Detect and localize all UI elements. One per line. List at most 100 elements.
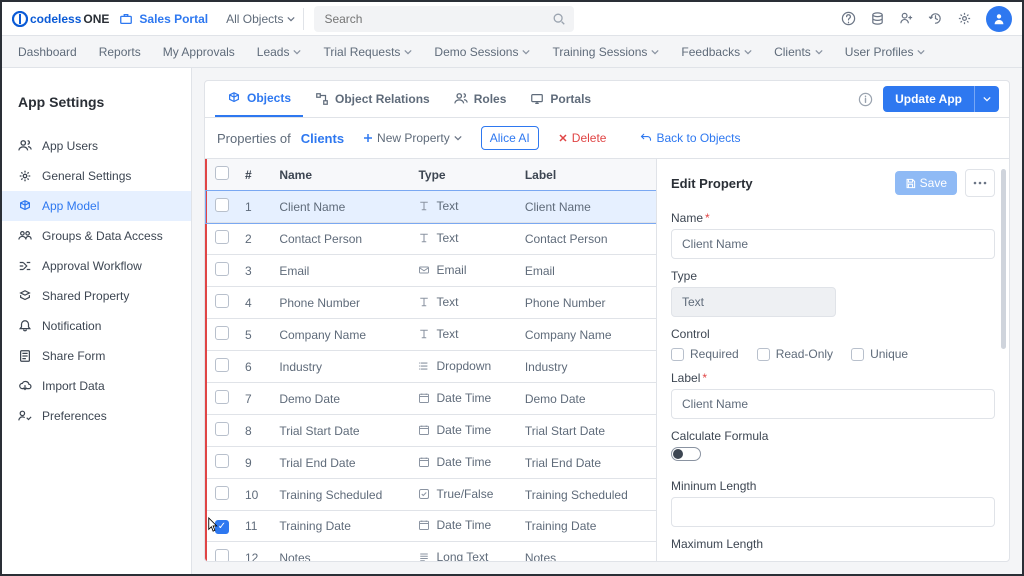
caret-down-icon	[404, 48, 412, 56]
row-name: Training Date	[271, 511, 410, 542]
caret-down-icon	[651, 48, 659, 56]
add-user-icon[interactable]	[899, 11, 914, 26]
app-switcher[interactable]: Sales Portal	[119, 12, 208, 26]
cal-icon	[418, 424, 430, 436]
users-icon	[18, 139, 32, 153]
properties-table: # Name Type Label 1Client NameTextClient…	[205, 159, 656, 561]
row-checkbox[interactable]	[215, 262, 229, 276]
name-label: Name*	[671, 211, 995, 225]
row-checkbox[interactable]	[215, 326, 229, 340]
min-length-input[interactable]	[671, 497, 995, 527]
user-avatar[interactable]	[986, 6, 1012, 32]
table-row[interactable]: 3EmailEmailEmail	[206, 255, 656, 287]
table-row[interactable]: 11Training DateDate TimeTraining Date	[206, 511, 656, 542]
table-row[interactable]: 7Demo DateDate TimeDemo Date	[206, 383, 656, 415]
table-row[interactable]: 1Client NameTextClient Name	[206, 191, 656, 223]
tab-roles[interactable]: Roles	[442, 81, 519, 117]
row-name: Training Scheduled	[271, 479, 410, 511]
help-icon[interactable]	[841, 11, 856, 26]
row-checkbox[interactable]	[215, 294, 229, 308]
nav-dashboard[interactable]: Dashboard	[18, 45, 77, 59]
sidebar-app-users[interactable]: App Users	[2, 131, 191, 161]
delete-button[interactable]: Delete	[549, 126, 616, 150]
nav-clients[interactable]: Clients	[774, 45, 823, 59]
nav-trial-requests[interactable]: Trial Requests	[323, 45, 412, 59]
cal-icon	[418, 392, 430, 404]
share-icon	[18, 289, 32, 303]
nav-reports[interactable]: Reports	[99, 45, 141, 59]
sidebar-import-data[interactable]: Import Data	[2, 371, 191, 401]
sidebar-general-settings[interactable]: General Settings	[2, 161, 191, 191]
row-checkbox[interactable]	[215, 422, 229, 436]
tab-objects[interactable]: Objects	[215, 81, 303, 117]
row-checkbox[interactable]	[215, 198, 229, 212]
sidebar-groups-data-access[interactable]: Groups & Data Access	[2, 221, 191, 251]
table-row[interactable]: 5Company NameTextCompany Name	[206, 319, 656, 351]
nav-demo-sessions[interactable]: Demo Sessions	[434, 45, 530, 59]
history-icon[interactable]	[928, 11, 943, 26]
table-row[interactable]: 12NotesLong TextNotes	[206, 542, 656, 562]
row-label: Phone Number	[517, 287, 656, 319]
row-checkbox[interactable]	[215, 549, 229, 561]
gear-icon[interactable]	[957, 11, 972, 26]
calc-formula-toggle[interactable]	[671, 447, 701, 461]
tab-object-relations[interactable]: Object Relations	[303, 81, 442, 117]
required-checkbox[interactable]: Required	[671, 347, 739, 361]
text-icon	[418, 200, 430, 212]
brand-icon	[12, 11, 28, 27]
calc-label: Calculate Formula	[671, 429, 995, 443]
sidebar-app-model[interactable]: App Model	[2, 191, 191, 221]
table-row[interactable]: 10Training ScheduledTrue/FalseTraining S…	[206, 479, 656, 511]
search-input[interactable]	[322, 11, 552, 27]
row-checkbox[interactable]	[215, 390, 229, 404]
name-input[interactable]	[671, 229, 995, 259]
label-input[interactable]	[671, 389, 995, 419]
table-row[interactable]: 6IndustryDropdownIndustry	[206, 351, 656, 383]
entity-link[interactable]: Clients	[301, 131, 344, 146]
row-checkbox[interactable]	[215, 454, 229, 468]
more-button[interactable]	[965, 169, 995, 197]
info-icon[interactable]	[858, 92, 873, 107]
new-property-button[interactable]: New Property	[354, 126, 471, 150]
person-icon	[992, 12, 1006, 26]
row-type: Text	[410, 223, 516, 255]
cloud-icon	[18, 379, 32, 393]
row-checkbox[interactable]	[215, 358, 229, 372]
row-type: Email	[410, 255, 516, 287]
row-checkbox[interactable]	[215, 230, 229, 244]
unique-checkbox[interactable]: Unique	[851, 347, 908, 361]
update-app-dropdown[interactable]	[974, 86, 999, 112]
select-all-checkbox[interactable]	[215, 166, 229, 180]
row-checkbox[interactable]	[215, 486, 229, 500]
x-icon	[558, 133, 568, 143]
sidebar-share-form[interactable]: Share Form	[2, 341, 191, 371]
table-row[interactable]: 4Phone NumberTextPhone Number	[206, 287, 656, 319]
table-row[interactable]: 2Contact PersonTextContact Person	[206, 223, 656, 255]
nav-user-profiles[interactable]: User Profiles	[845, 45, 926, 59]
sidebar-notification[interactable]: Notification	[2, 311, 191, 341]
save-button[interactable]: Save	[895, 171, 957, 195]
table-row[interactable]: 9Trial End DateDate TimeTrial End Date	[206, 447, 656, 479]
alice-ai-button[interactable]: Alice AI	[481, 126, 539, 150]
sidebar-shared-property[interactable]: Shared Property	[2, 281, 191, 311]
table-row[interactable]: 8Trial Start DateDate TimeTrial Start Da…	[206, 415, 656, 447]
update-app-button[interactable]: Update App	[883, 86, 999, 112]
row-type: Text	[410, 287, 516, 319]
sidebar-preferences[interactable]: Preferences	[2, 401, 191, 431]
row-name: Trial Start Date	[271, 415, 410, 447]
tab-portals[interactable]: Portals	[518, 81, 603, 117]
form-icon	[18, 349, 32, 363]
back-icon	[640, 132, 652, 144]
database-icon[interactable]	[870, 11, 885, 26]
back-to-objects-button[interactable]: Back to Objects	[631, 126, 749, 150]
readonly-checkbox[interactable]: Read-Only	[757, 347, 833, 361]
nav-training-sessions[interactable]: Training Sessions	[552, 45, 659, 59]
global-search[interactable]	[314, 6, 574, 32]
nav-leads[interactable]: Leads	[257, 45, 302, 59]
nav-my-approvals[interactable]: My Approvals	[163, 45, 235, 59]
edit-scrollbar[interactable]	[1001, 169, 1006, 349]
sidebar-approval-workflow[interactable]: Approval Workflow	[2, 251, 191, 281]
row-name: Demo Date	[271, 383, 410, 415]
object-selector[interactable]: All Objects	[218, 8, 304, 30]
nav-feedbacks[interactable]: Feedbacks	[681, 45, 752, 59]
